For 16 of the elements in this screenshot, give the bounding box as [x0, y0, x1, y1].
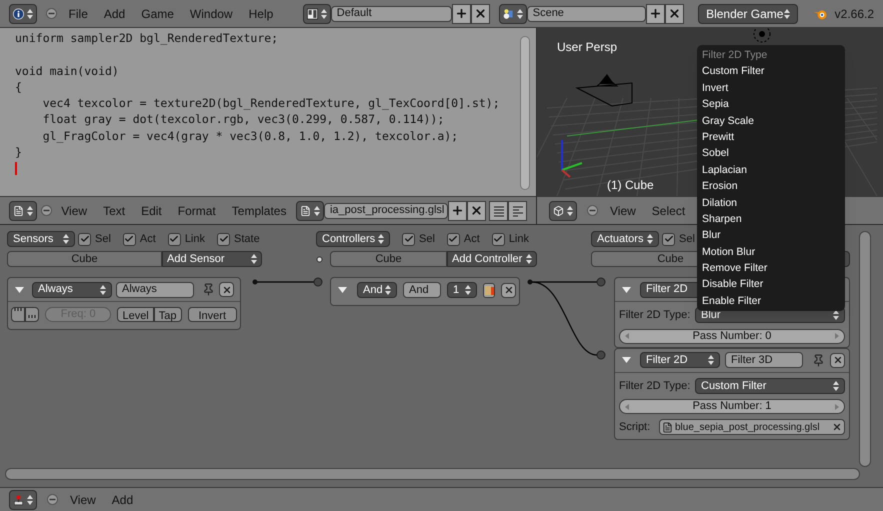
object-name-bar: Cube — [330, 251, 447, 267]
version-label: v2.66.2 — [834, 6, 874, 22]
code-line: uniform sampler2D bgl_RenderedTexture; — [15, 30, 280, 46]
code-line: vec4 texcolor = texture2D(bgl_RenderedTexture, gl_TexCoord[0].st); — [42, 95, 501, 112]
view-label: User Persp — [557, 39, 618, 56]
object-name-bar: Cube — [7, 251, 162, 267]
object-label: (1) Cube — [607, 177, 654, 194]
field-label: Filter 2D Type: — [619, 378, 690, 394]
code-line: gl_FragColor = vec4(gray * vec3(0.8, 1.0, 1.2), texcolor.a); — [42, 128, 460, 144]
code-line: { — [15, 78, 23, 96]
menu-title: Filter 2D Type — [701, 48, 768, 63]
field-label: Filter 2D Type: — [619, 308, 690, 323]
code-line: float gray = dot(texcolor.rgb, vec3(0.299, 0.587, 0.114)); — [42, 111, 446, 128]
code-line: void main(void) — [15, 62, 120, 79]
code-line: } — [15, 144, 23, 160]
field-label: Script: — [619, 420, 650, 435]
